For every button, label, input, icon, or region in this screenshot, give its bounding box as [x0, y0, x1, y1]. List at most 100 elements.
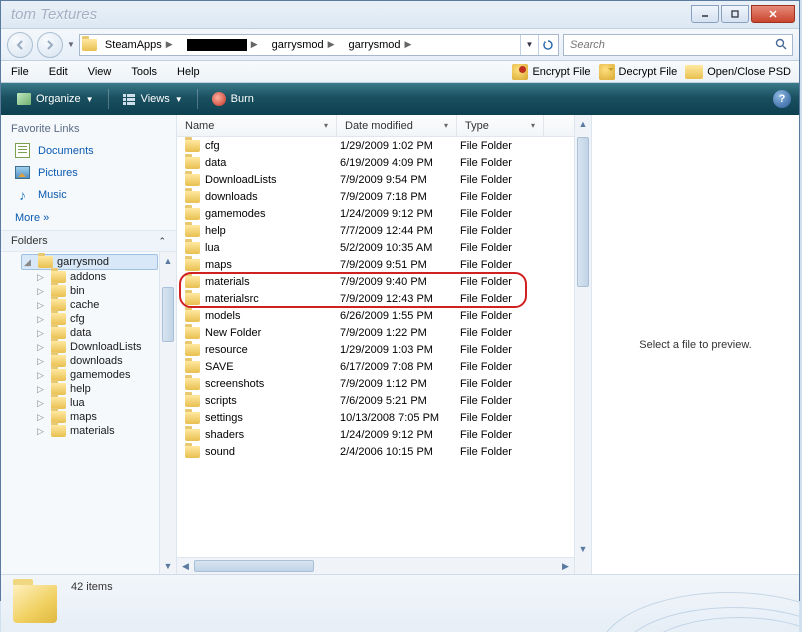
- decrypt-file-button[interactable]: Decrypt File: [599, 64, 678, 80]
- maximize-button[interactable]: [721, 5, 749, 23]
- breadcrumb-seg[interactable]: garrysmod▶: [343, 37, 418, 53]
- tree-item[interactable]: ▷lua: [1, 396, 176, 410]
- favorite-music[interactable]: ♪Music: [1, 183, 176, 206]
- tree-item[interactable]: ▷DownloadLists: [1, 340, 176, 354]
- minimize-button[interactable]: [691, 5, 719, 23]
- forward-button[interactable]: [37, 32, 63, 58]
- vertical-scrollbar[interactable]: ▲ ▼: [574, 115, 591, 574]
- table-row[interactable]: New Folder7/9/2009 1:22 PMFile Folder: [177, 324, 574, 341]
- window-title: tom Textures: [1, 6, 97, 23]
- tree-item[interactable]: ▷cache: [1, 298, 176, 312]
- burn-button[interactable]: Burn: [204, 89, 262, 109]
- tree-item-root[interactable]: ◢garrysmod: [21, 254, 158, 270]
- horizontal-scrollbar[interactable]: ◀ ▶: [177, 557, 574, 574]
- chevron-down-icon[interactable]: ▾: [444, 121, 448, 130]
- tree-scrollbar[interactable]: ▲ ▼: [159, 252, 176, 574]
- favorites-more[interactable]: More »: [1, 206, 176, 230]
- menu-file[interactable]: File: [1, 63, 39, 81]
- column-date[interactable]: Date modified▾: [337, 115, 457, 136]
- breadcrumb-seg[interactable]: SteamApps▶: [99, 37, 179, 53]
- search-input[interactable]: [564, 39, 770, 51]
- search-box[interactable]: [563, 34, 793, 56]
- table-row[interactable]: maps7/9/2009 9:51 PMFile Folder: [177, 256, 574, 273]
- folder-icon: [185, 378, 200, 390]
- breadcrumb-seg[interactable]: garrysmod▶: [266, 37, 341, 53]
- tree-item[interactable]: ▷downloads: [1, 354, 176, 368]
- table-row[interactable]: DownloadLists7/9/2009 9:54 PMFile Folder: [177, 171, 574, 188]
- back-button[interactable]: [7, 32, 33, 58]
- folder-icon: [185, 242, 200, 254]
- table-row[interactable]: data6/19/2009 4:09 PMFile Folder: [177, 154, 574, 171]
- close-button[interactable]: [751, 5, 795, 23]
- address-dropdown[interactable]: ▼: [520, 35, 538, 55]
- menu-view[interactable]: View: [78, 63, 122, 81]
- folder-tree: ◢garrysmod ▷addons▷bin▷cache▷cfg▷data▷Do…: [1, 252, 176, 574]
- folder-icon: [185, 157, 200, 169]
- table-row[interactable]: settings10/13/2008 7:05 PMFile Folder: [177, 409, 574, 426]
- tree-item[interactable]: ▷help: [1, 382, 176, 396]
- tree-item[interactable]: ▷data: [1, 326, 176, 340]
- scroll-thumb[interactable]: [162, 287, 174, 342]
- table-row[interactable]: shaders1/24/2009 9:12 PMFile Folder: [177, 426, 574, 443]
- folders-header[interactable]: Folders⌃: [1, 230, 176, 252]
- table-row[interactable]: materials7/9/2009 9:40 PMFile Folder: [177, 273, 574, 290]
- column-type[interactable]: Type▾: [457, 115, 544, 136]
- scroll-right-icon[interactable]: ▶: [557, 558, 574, 574]
- menu-edit[interactable]: Edit: [39, 63, 78, 81]
- chevron-down-icon[interactable]: ▾: [324, 121, 328, 130]
- preview-empty-text: Select a file to preview.: [639, 339, 752, 351]
- folder-icon: [185, 140, 200, 152]
- table-row[interactable]: scripts7/6/2009 5:21 PMFile Folder: [177, 392, 574, 409]
- tree-item[interactable]: ▷materials: [1, 424, 176, 438]
- favorite-pictures[interactable]: Pictures: [1, 162, 176, 183]
- folder-icon: [185, 344, 200, 356]
- address-bar[interactable]: SteamApps▶ ▶ garrysmod▶ garrysmod▶ ▼: [79, 34, 559, 56]
- status-bar: 42 items: [1, 574, 799, 632]
- scroll-down-icon[interactable]: ▼: [575, 540, 591, 557]
- help-button[interactable]: ?: [773, 90, 791, 108]
- table-row[interactable]: models6/26/2009 1:55 PMFile Folder: [177, 307, 574, 324]
- menu-help[interactable]: Help: [167, 63, 210, 81]
- open-close-psd-button[interactable]: Open/Close PSD: [685, 64, 791, 80]
- table-row[interactable]: screenshots7/9/2009 1:12 PMFile Folder: [177, 375, 574, 392]
- encrypt-file-button[interactable]: Encrypt File: [512, 64, 590, 80]
- folder-icon: [185, 361, 200, 373]
- organize-button[interactable]: Organize▼: [9, 90, 102, 108]
- table-row[interactable]: gamemodes1/24/2009 9:12 PMFile Folder: [177, 205, 574, 222]
- menu-bar: File Edit View Tools Help Encrypt File D…: [1, 61, 799, 83]
- scroll-thumb[interactable]: [194, 560, 314, 572]
- refresh-button[interactable]: [538, 35, 556, 55]
- table-row[interactable]: SAVE6/17/2009 7:08 PMFile Folder: [177, 358, 574, 375]
- organize-icon: [17, 93, 31, 105]
- scroll-up-icon[interactable]: ▲: [160, 252, 176, 269]
- table-row[interactable]: help7/7/2009 12:44 PMFile Folder: [177, 222, 574, 239]
- folder-icon: [185, 276, 200, 288]
- tree-item[interactable]: ▷bin: [1, 284, 176, 298]
- table-row[interactable]: cfg1/29/2009 1:02 PMFile Folder: [177, 137, 574, 154]
- table-row[interactable]: sound2/4/2006 10:15 PMFile Folder: [177, 443, 574, 460]
- menu-tools[interactable]: Tools: [121, 63, 167, 81]
- table-row[interactable]: materialsrc7/9/2009 12:43 PMFile Folder: [177, 290, 574, 307]
- table-row[interactable]: downloads7/9/2009 7:18 PMFile Folder: [177, 188, 574, 205]
- nav-history-dropdown[interactable]: ▼: [67, 40, 75, 49]
- views-button[interactable]: Views▼: [115, 90, 191, 108]
- scroll-down-icon[interactable]: ▼: [160, 557, 176, 574]
- tree-item[interactable]: ▷addons: [1, 270, 176, 284]
- column-name[interactable]: Name▾: [177, 115, 337, 136]
- breadcrumb-seg-redacted[interactable]: ▶: [181, 37, 264, 53]
- chevron-down-icon[interactable]: ▾: [531, 121, 535, 130]
- search-icon[interactable]: [770, 38, 792, 51]
- favorite-documents[interactable]: Documents: [1, 139, 176, 162]
- tree-item[interactable]: ▷gamemodes: [1, 368, 176, 382]
- folder-icon: [185, 293, 200, 305]
- table-row[interactable]: lua5/2/2009 10:35 AMFile Folder: [177, 239, 574, 256]
- folder-icon: [185, 259, 200, 271]
- scroll-left-icon[interactable]: ◀: [177, 558, 194, 574]
- tree-item[interactable]: ▷maps: [1, 410, 176, 424]
- tree-item[interactable]: ▷cfg: [1, 312, 176, 326]
- folder-large-icon: [13, 585, 57, 623]
- scroll-up-icon[interactable]: ▲: [575, 115, 591, 132]
- scroll-thumb[interactable]: [577, 137, 589, 287]
- titlebar[interactable]: tom Textures: [1, 1, 799, 29]
- table-row[interactable]: resource1/29/2009 1:03 PMFile Folder: [177, 341, 574, 358]
